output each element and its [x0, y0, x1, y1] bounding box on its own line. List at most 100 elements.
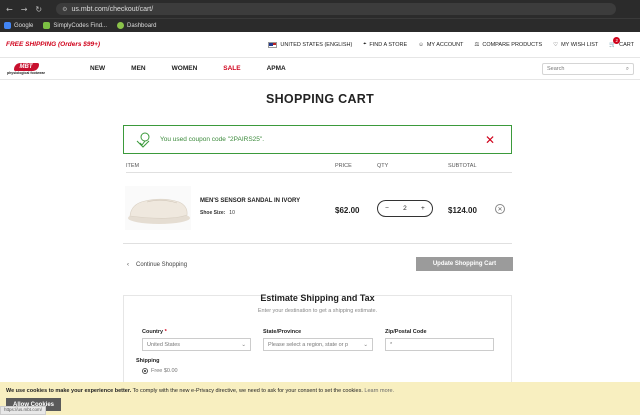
chevron-left-icon: ‹: [127, 262, 129, 268]
coupon-success-icon: [136, 132, 150, 148]
browser-toolbar: ← → ↻ ⚙ us.mbt.com/checkout/cart/: [0, 0, 640, 18]
region-selector[interactable]: UNITED STATES (ENGLISH): [268, 41, 353, 48]
nav-new[interactable]: NEW: [90, 65, 105, 72]
state-label: State/Province: [263, 329, 302, 335]
mbt-logo[interactable]: MBT physiological footwear: [6, 61, 46, 77]
simplycodes-icon: [43, 22, 51, 29]
chevron-down-icon: ⌄: [241, 341, 246, 348]
reload-icon[interactable]: ↻: [35, 5, 42, 14]
decrease-button[interactable]: −: [385, 205, 389, 212]
wishlist-label: MY WISH LIST: [561, 41, 599, 48]
google-icon: [4, 22, 11, 29]
user-icon: ☺: [418, 41, 424, 48]
coupon-message: You used coupon code "2PAIRS25". ✕: [123, 125, 512, 154]
wishlist-link[interactable]: ♡ MY WISH LIST: [553, 42, 598, 48]
free-shipping-banner[interactable]: FREE SHIPPING (Orders $99+): [6, 41, 100, 48]
site-info-icon[interactable]: ⚙: [62, 6, 67, 13]
logo-tagline: physiological footwear: [7, 70, 45, 75]
my-account-link[interactable]: ☺ MY ACCOUNT: [418, 42, 463, 48]
state-field: State/Province Please select a region, s…: [263, 329, 373, 351]
bookmark-label: Google: [14, 22, 34, 29]
increase-button[interactable]: +: [421, 205, 425, 212]
cookie-banner: We use cookies to make your experience b…: [0, 382, 640, 415]
country-field: Country * United States ⌄: [142, 329, 251, 351]
compare-link[interactable]: ⚖ COMPARE PRODUCTS: [474, 42, 542, 48]
nav-sale[interactable]: SALE: [223, 65, 240, 72]
cookie-text: To comply with the new e-Privacy directi…: [131, 388, 363, 394]
my-account-label: MY ACCOUNT: [426, 41, 464, 48]
bookmark-google[interactable]: Google: [4, 22, 33, 29]
heart-icon: ♡: [553, 41, 559, 48]
bookmark-label: Dashboard: [127, 22, 157, 29]
bookmark-simplycodes[interactable]: SimplyCodes Find...: [43, 22, 107, 29]
logo-mark: MBT: [13, 62, 39, 71]
location-pin-icon: ⌖: [363, 41, 367, 47]
zip-label: Zip/Postal Code: [385, 329, 427, 335]
search-icon[interactable]: ⌕: [626, 66, 629, 73]
shipping-option-free[interactable]: Free $0.00: [142, 368, 178, 374]
close-icon[interactable]: ✕: [485, 133, 495, 147]
estimate-hint: Enter your destination to get a shipping…: [257, 308, 378, 314]
header-price: PRICE: [335, 163, 352, 169]
compare-label: COMPARE PRODUCTS: [482, 41, 543, 48]
item-subtotal: $124.00: [448, 206, 477, 215]
quantity-value[interactable]: 2: [403, 205, 407, 212]
continue-label: Continue Shopping: [136, 262, 188, 268]
dashboard-icon: [117, 22, 125, 29]
product-name[interactable]: MEN'S SENSOR SANDAL IN IVORY: [200, 198, 300, 204]
us-flag-icon: [268, 41, 278, 48]
zip-input[interactable]: *: [385, 338, 494, 351]
coupon-text: You used coupon code "2PAIRS25".: [160, 136, 264, 143]
cart-table-header: ITEM PRICE QTY SUBTOTAL: [126, 163, 512, 173]
search-input[interactable]: Search ⌕: [542, 63, 634, 75]
cart-count-badge: 2: [613, 36, 621, 44]
bookmarks-bar: Google SimplyCodes Find... Dashboard: [0, 18, 640, 32]
zip-field: Zip/Postal Code *: [385, 329, 494, 351]
shipping-label: Shipping: [136, 358, 160, 364]
status-bar-url: https://us.mbt.com/: [0, 406, 47, 415]
country-label: Country: [142, 329, 164, 335]
address-bar[interactable]: ⚙ us.mbt.com/checkout/cart/: [56, 3, 617, 15]
cookie-heading: We use cookies to make your experience b…: [6, 388, 132, 394]
search-placeholder: Search: [547, 66, 565, 72]
estimate-title: Estimate Shipping and Tax: [260, 293, 375, 303]
product-image[interactable]: [125, 186, 191, 230]
state-select[interactable]: Please select a region, state or p ⌄: [263, 338, 373, 351]
size-value: 10: [229, 210, 235, 216]
product-size: Shoe Size: 10: [200, 210, 235, 216]
nav-men[interactable]: MEN: [131, 65, 145, 72]
table-row: MEN'S SENSOR SANDAL IN IVORY Shoe Size: 1…: [123, 178, 512, 244]
region-label: UNITED STATES (ENGLISH): [280, 41, 353, 48]
main-nav: MBT physiological footwear NEW MEN WOMEN…: [0, 58, 640, 80]
country-select[interactable]: United States ⌄: [142, 338, 251, 351]
header-subtotal: SUBTOTAL: [448, 163, 477, 169]
update-cart-button[interactable]: Update Shopping Cart: [416, 257, 513, 271]
find-store-link[interactable]: ⌖ FIND A STORE: [363, 41, 407, 48]
chevron-down-icon: ⌄: [363, 341, 368, 348]
shipping-methods: Shipping Free $0.00: [136, 358, 178, 374]
page-title: SHOPPING CART: [265, 92, 375, 106]
radio-button[interactable]: [142, 368, 148, 374]
quantity-stepper[interactable]: − 2 +: [377, 200, 433, 217]
state-value: Please select a region, state or p: [268, 341, 349, 348]
country-value: United States: [147, 341, 181, 348]
size-label: Shoe Size:: [200, 210, 226, 216]
bookmark-dashboard[interactable]: Dashboard: [117, 22, 156, 29]
bookmark-label: SimplyCodes Find...: [53, 22, 108, 29]
item-price: $62.00: [335, 206, 360, 215]
learn-more-link[interactable]: Learn more.: [364, 388, 394, 394]
continue-shopping-link[interactable]: ‹ Continue Shopping: [127, 262, 187, 268]
compare-icon: ⚖: [474, 41, 480, 48]
shipping-option-label: Free $0.00: [151, 368, 178, 374]
back-icon[interactable]: ←: [6, 5, 13, 14]
nav-women[interactable]: WOMEN: [172, 65, 198, 72]
url-text: us.mbt.com/checkout/cart/: [71, 5, 154, 13]
nav-apma[interactable]: APMA: [267, 65, 286, 72]
cart-link[interactable]: 🛒 2 CART: [609, 36, 634, 48]
zip-value: *: [390, 341, 393, 348]
header-qty: QTY: [377, 163, 389, 169]
forward-icon[interactable]: →: [21, 5, 28, 14]
find-store-label: FIND A STORE: [369, 41, 408, 48]
cart-label: CART: [619, 41, 634, 48]
remove-item-icon[interactable]: ✕: [495, 204, 505, 214]
